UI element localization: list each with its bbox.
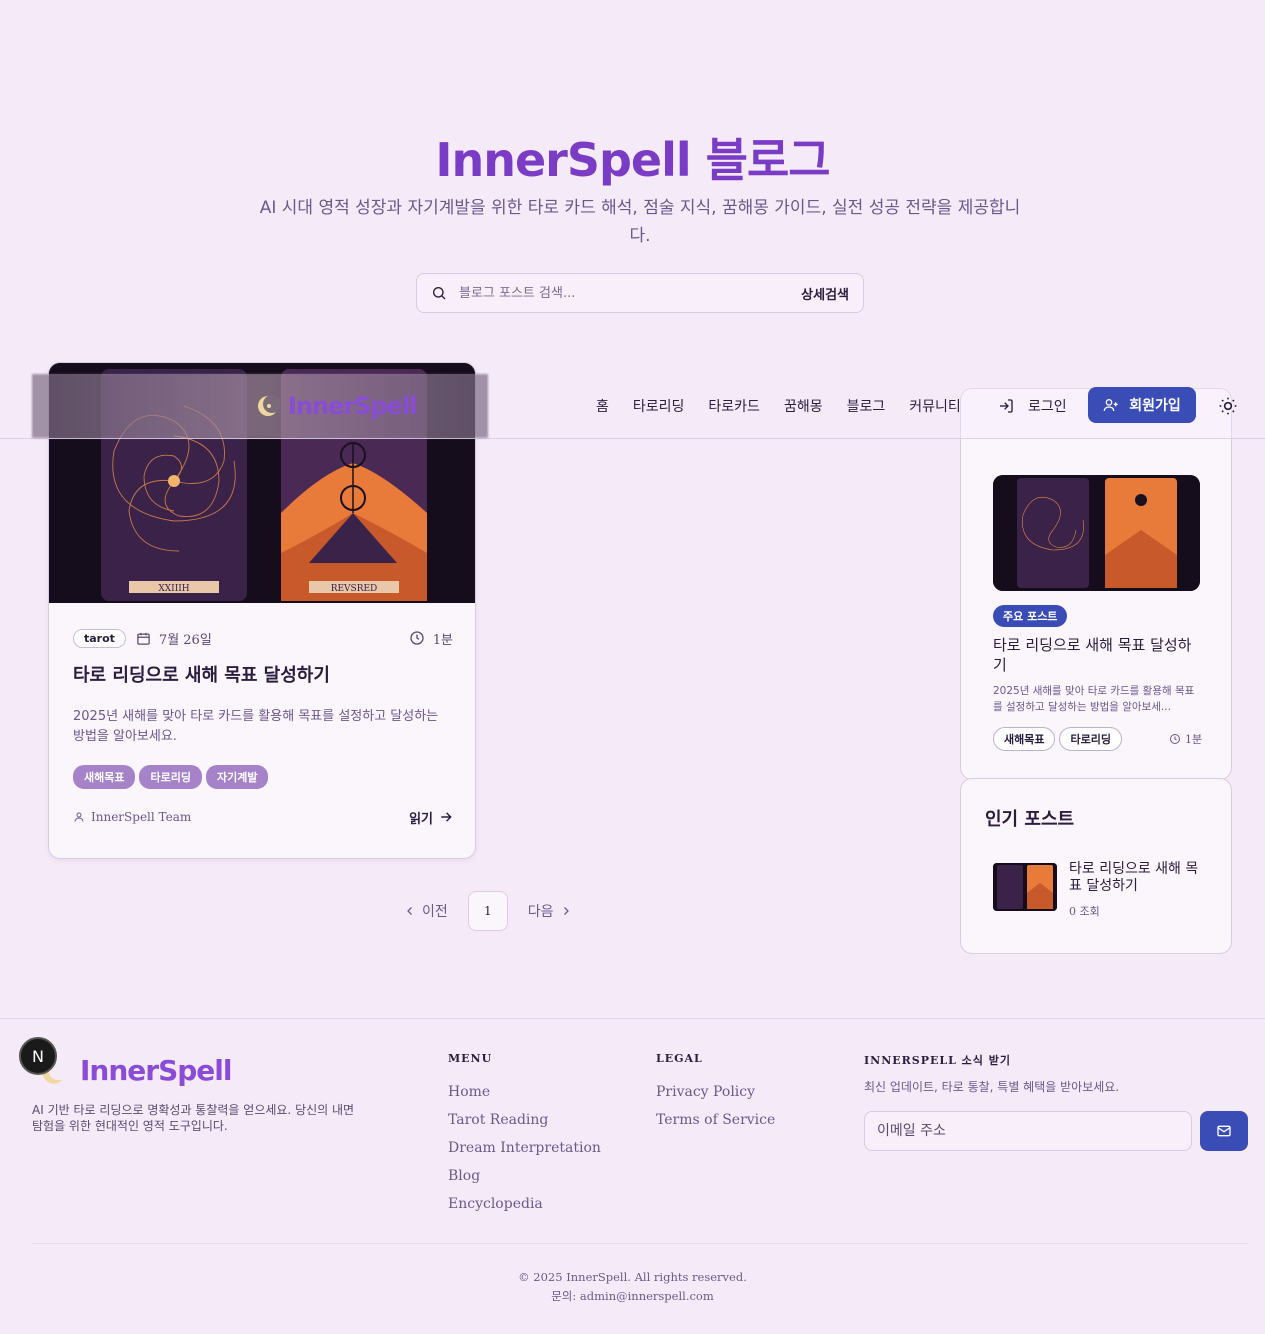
footer-link-terms[interactable]: Terms of Service xyxy=(656,1106,775,1134)
footer-link-privacy[interactable]: Privacy Policy xyxy=(656,1078,775,1106)
card-label-left: XXIIIH xyxy=(158,584,189,594)
nav-item-dream[interactable]: 꿈해몽 xyxy=(784,396,823,416)
newsletter-heading: INNERSPELL 소식 받기 xyxy=(864,1054,1011,1067)
featured-post-excerpt: 2025년 새해를 맞아 타로 카드를 활용해 목표를 설정하고 달성하는 방법… xyxy=(993,685,1195,713)
post-excerpt: 2025년 새해를 맞아 타로 카드를 활용해 목표를 설정하고 달성하는 방법… xyxy=(73,709,439,744)
user-icon xyxy=(74,812,84,822)
nav-item-tarot-reading[interactable]: 타로리딩 xyxy=(633,396,685,416)
footer-logo[interactable]: InnerSpell xyxy=(80,1054,232,1087)
tag-pill[interactable]: 타로리딩 xyxy=(139,765,202,789)
advanced-search-button[interactable]: 상세검색 xyxy=(801,284,849,303)
featured-badge: 주요 포스트 xyxy=(993,605,1068,627)
prev-label: 이전 xyxy=(422,904,448,920)
login-button[interactable]: 로그인 xyxy=(998,396,1067,416)
login-icon xyxy=(1000,399,1013,413)
featured-post-title[interactable]: 타로 리딩으로 새해 목표 달성하기 xyxy=(993,635,1203,675)
post-date: 7월 26일 xyxy=(158,632,212,648)
post-author: InnerSpell Team xyxy=(91,810,192,824)
tag-pill[interactable]: 타로리딩 xyxy=(1059,727,1122,751)
read-time: 1분 xyxy=(432,632,453,648)
featured-post-tags: 새해목표 타로리딩 xyxy=(993,727,1122,751)
chevron-right-icon xyxy=(563,907,569,915)
post-tags: 새해목표 타로리딩 자기계발 xyxy=(73,765,269,789)
tag-pill[interactable]: 새해목표 xyxy=(993,727,1056,751)
next-label: 다음 xyxy=(527,904,554,920)
footer-menu-heading: MENU xyxy=(448,1052,493,1065)
page-title: InnerSpell 블로그 xyxy=(435,133,830,187)
post-footer: InnerSpell Team 읽기 xyxy=(73,807,453,827)
popular-post-views: 0 조회 xyxy=(1069,905,1100,918)
nav-item-home[interactable]: 홈 xyxy=(596,396,609,416)
page-number-button[interactable]: 1 xyxy=(467,891,508,931)
post-meta: tarot 7월 26일 1분 xyxy=(73,627,453,649)
search-icon xyxy=(433,287,446,300)
post-title[interactable]: 타로 리딩으로 새해 목표 달성하기 xyxy=(73,661,330,687)
clock-icon xyxy=(410,631,424,645)
newsletter-description: 최신 업데이트, 타로 통찰, 특별 혜택을 받아보세요. xyxy=(864,1080,1120,1094)
prev-page-button[interactable]: 이전 xyxy=(404,901,448,921)
footer-bottom-divider xyxy=(32,1243,1248,1244)
footer-divider xyxy=(0,1018,1265,1019)
newsletter-email-input[interactable] xyxy=(864,1111,1192,1151)
footer-legal: Privacy Policy Terms of Service xyxy=(656,1078,775,1134)
footer-link-dream[interactable]: Dream Interpretation xyxy=(448,1134,601,1162)
login-label: 로그인 xyxy=(1028,399,1067,415)
footer-about: AI 기반 타로 리딩으로 명확성과 통찰력을 얻으세요. 당신의 내면 탐험을… xyxy=(32,1103,355,1133)
header-logo[interactable]: InnerSpell xyxy=(256,392,417,420)
calendar-icon xyxy=(137,632,150,645)
footer-link-encyclopedia[interactable]: Encyclopedia xyxy=(448,1190,601,1218)
sun-icon[interactable] xyxy=(1218,396,1238,416)
footer-link-blog[interactable]: Blog xyxy=(448,1162,601,1190)
signup-label: 회원가입 xyxy=(1129,398,1181,414)
clock-icon xyxy=(1170,734,1180,744)
footer-link-tarot-reading[interactable]: Tarot Reading xyxy=(448,1106,601,1134)
tag-pill[interactable]: 자기계발 xyxy=(205,765,269,789)
nav-item-community[interactable]: 커뮤니티 xyxy=(909,396,961,416)
mail-icon xyxy=(1217,1125,1231,1137)
search-bar: 상세검색 xyxy=(416,273,864,313)
logo-text: InnerSpell xyxy=(288,392,417,420)
featured-read-time-value: 1분 xyxy=(1185,733,1203,746)
dev-tools-badge[interactable]: N xyxy=(19,1037,57,1075)
user-plus-icon xyxy=(1103,399,1118,412)
nav-item-tarot-cards[interactable]: 타로카드 xyxy=(708,396,760,416)
pagination: 이전 1 다음 xyxy=(404,891,572,931)
arrow-right-icon xyxy=(441,812,452,822)
tag-pill[interactable]: 새해목표 xyxy=(73,765,136,789)
newsletter-submit-button[interactable] xyxy=(1200,1111,1248,1151)
copyright: © 2025 InnerSpell. All rights reserved. … xyxy=(0,1268,1265,1306)
search-input[interactable] xyxy=(459,285,802,301)
footer-menu: Home Tarot Reading Dream Interpretation … xyxy=(448,1078,601,1218)
next-page-button[interactable]: 다음 xyxy=(528,901,572,921)
category-badge[interactable]: tarot xyxy=(73,628,126,648)
featured-read-time: 1분 xyxy=(1169,731,1202,747)
popular-post-thumbnail[interactable] xyxy=(993,863,1057,911)
copyright-text: © 2025 InnerSpell. All rights reserved. xyxy=(518,1270,747,1284)
moon-logo-icon xyxy=(258,395,280,416)
signup-button[interactable]: 회원가입 xyxy=(1088,387,1196,423)
nav-item-blog[interactable]: 블로그 xyxy=(847,396,886,416)
card-label-right: REVSRED xyxy=(331,584,378,594)
main-nav: 홈 타로리딩 타로카드 꿈해몽 블로그 커뮤니티 xyxy=(596,374,961,438)
featured-post-thumbnail xyxy=(993,475,1200,591)
footer-link-home[interactable]: Home xyxy=(448,1078,601,1106)
read-more-label: 읽기 xyxy=(409,811,433,827)
footer-legal-heading: LEGAL xyxy=(656,1052,703,1065)
site-header: InnerSpell 홈 타로리딩 타로카드 꿈해몽 블로그 커뮤니티 로그인 … xyxy=(0,374,1265,439)
popular-heading: 인기 포스트 xyxy=(985,809,1075,830)
chevron-left-icon xyxy=(407,907,412,915)
page-subtitle: AI 시대 영적 성장과 자기계발을 위한 타로 카드 해석, 점술 지식, 꿈… xyxy=(259,198,1021,246)
popular-post-title[interactable]: 타로 리딩으로 새해 목표 달성하기 xyxy=(1069,861,1199,895)
popular-posts-card: 인기 포스트 타로 리딩으로 새해 목표 달성하기 0 조회 xyxy=(960,778,1232,954)
read-more-link[interactable]: 읽기 xyxy=(409,808,453,827)
featured-post-card[interactable]: 주요 포스트 타로 리딩으로 새해 목표 달성하기 2025년 새해를 맞아 타… xyxy=(960,388,1232,780)
contact-email[interactable]: 문의: admin@innerspell.com xyxy=(0,1287,1265,1306)
